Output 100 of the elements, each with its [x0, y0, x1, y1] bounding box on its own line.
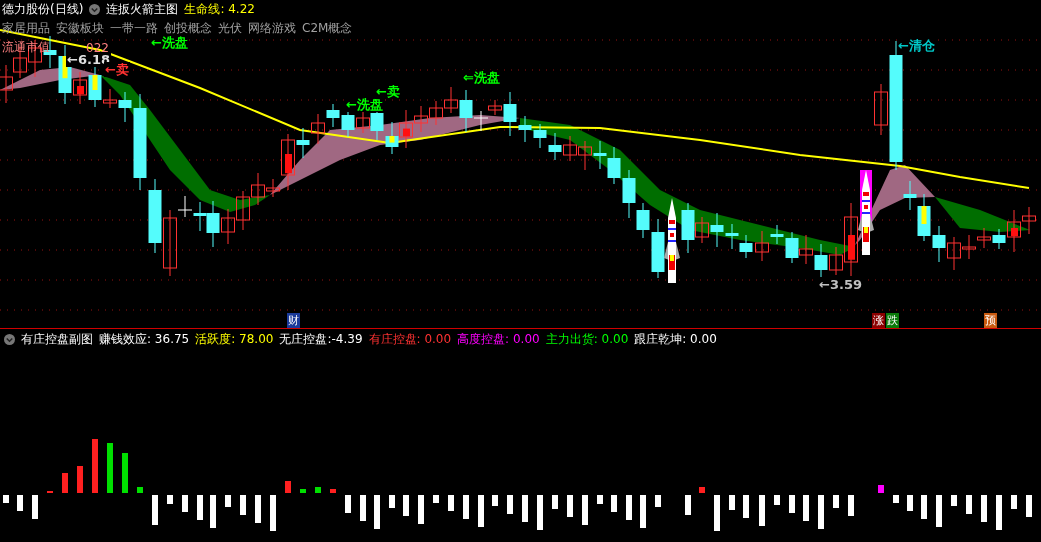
chart-annotation: ←清仓 — [897, 38, 936, 53]
candlestick — [0, 64, 13, 104]
indicator-bar — [611, 495, 617, 512]
chart-annotation: ⇐洗盘 — [462, 70, 501, 85]
indicator-bar — [803, 495, 809, 521]
indicator-bar — [774, 495, 780, 505]
indicator-bar — [463, 495, 469, 519]
indicator-bar — [921, 495, 927, 519]
candlestick — [533, 123, 547, 149]
dropdown-icon[interactable] — [4, 334, 15, 345]
indicator-bar — [1026, 495, 1032, 517]
candlestick — [710, 212, 724, 248]
indicator-bar — [374, 495, 380, 529]
indicator-bar — [685, 495, 691, 515]
concept-tag: 光伏 — [218, 20, 242, 37]
indicator-reading: 有庄控盘: 0.00 — [368, 331, 452, 348]
indicator-bar — [848, 495, 854, 516]
indicator-bar — [300, 489, 306, 493]
indicator-bar — [17, 495, 23, 511]
indicator-bar — [197, 495, 203, 520]
indicator-bar — [270, 495, 276, 531]
event-marker[interactable]: 跌 — [886, 313, 899, 328]
indicator-reading: 赚钱效应: 36.75 — [99, 331, 190, 348]
candlestick — [311, 113, 325, 145]
indicator-bar — [122, 453, 128, 493]
indicator-bar — [582, 495, 588, 525]
indicator-name: 有庄控盘副图 — [21, 331, 93, 348]
indicator-bar — [537, 495, 543, 530]
indicator-bar — [936, 495, 942, 527]
indicator-bar — [92, 439, 98, 493]
event-marker[interactable]: 财 — [287, 313, 300, 328]
indicator-bar — [1011, 495, 1017, 509]
candlestick — [563, 135, 577, 162]
indicator-bar — [818, 495, 824, 529]
indicator-bar — [255, 495, 261, 523]
indicator-bar — [225, 495, 231, 507]
indicator-bar — [32, 495, 38, 519]
indicator-bar — [567, 495, 573, 517]
candlestick — [739, 234, 753, 259]
indicator-bar — [878, 485, 884, 493]
candlestick — [932, 225, 946, 263]
indicator-bar — [210, 495, 216, 528]
indicator-bar — [789, 495, 795, 513]
indicator-reading: 高度控盘: 0.00 — [457, 331, 540, 348]
indicator-bar — [62, 473, 68, 493]
candlestick — [429, 100, 443, 126]
indicator-bar — [981, 495, 987, 522]
concept-tag: 创投概念 — [164, 20, 212, 37]
candlestick — [814, 243, 828, 278]
indicator-bar — [996, 495, 1002, 530]
indicator-reading: 跟庄乾坤: 0.00 — [634, 331, 717, 348]
indicator-bar — [655, 495, 661, 507]
stock-title: 德力股份(日线) — [2, 1, 84, 18]
indicator-reading: 无庄控盘:-4.39 — [279, 331, 363, 348]
indicator-bar — [714, 495, 720, 531]
candlestick — [977, 227, 991, 249]
candlestick — [962, 234, 976, 260]
indicator-reading: 活跃度: 78.00 — [195, 331, 274, 348]
indicator-bar — [47, 491, 53, 493]
candlestick — [221, 208, 235, 245]
candlestick — [236, 190, 250, 231]
indicator-bar — [152, 495, 158, 525]
indicator-bar — [182, 495, 188, 512]
indicator-bar — [833, 495, 839, 508]
candlestick — [399, 109, 413, 149]
indicator-bar — [893, 495, 899, 503]
concept-tag: 一带一路 — [110, 20, 158, 37]
indicator-bar — [418, 495, 424, 524]
dropdown-icon[interactable] — [89, 4, 101, 15]
indicator-bar — [729, 495, 735, 510]
indicator-reading: 主力出货: 0.00 — [545, 331, 629, 348]
candlestick — [725, 223, 739, 250]
event-marker[interactable]: 预 — [984, 313, 997, 328]
indicator-bar — [759, 495, 765, 526]
candlestick — [593, 140, 607, 170]
indicator-bar — [167, 495, 173, 504]
indicator-bar — [137, 487, 143, 493]
chart-annotation: ←卖 — [375, 84, 401, 99]
candlestick — [548, 132, 562, 161]
indicator-bar — [699, 487, 705, 493]
life-line-value: 生命线: 4.22 — [184, 1, 255, 18]
indicator-bar — [478, 495, 484, 527]
indicator-bar — [951, 495, 957, 506]
indicator-bar — [403, 495, 409, 516]
candlestick — [799, 234, 813, 265]
indicator-bar — [492, 495, 498, 506]
chart-annotation: ←3.59 — [818, 277, 863, 292]
concept-tag: C2M概念 — [302, 20, 353, 37]
event-marker[interactable]: 涨 — [872, 313, 885, 328]
candlestick — [414, 105, 428, 133]
indicator-bar — [285, 481, 291, 493]
indicator-bar — [389, 495, 395, 508]
concept-tag: 网络游戏 — [248, 20, 296, 37]
indicator-bar — [507, 495, 513, 514]
market-cap-label: 流通市值 — [2, 39, 50, 56]
indicator-bar — [330, 489, 336, 493]
chart-annotation: ←洗盘 — [345, 97, 384, 112]
candlestick — [385, 121, 399, 155]
candlestick — [622, 169, 636, 219]
indicator-bar — [597, 495, 603, 504]
